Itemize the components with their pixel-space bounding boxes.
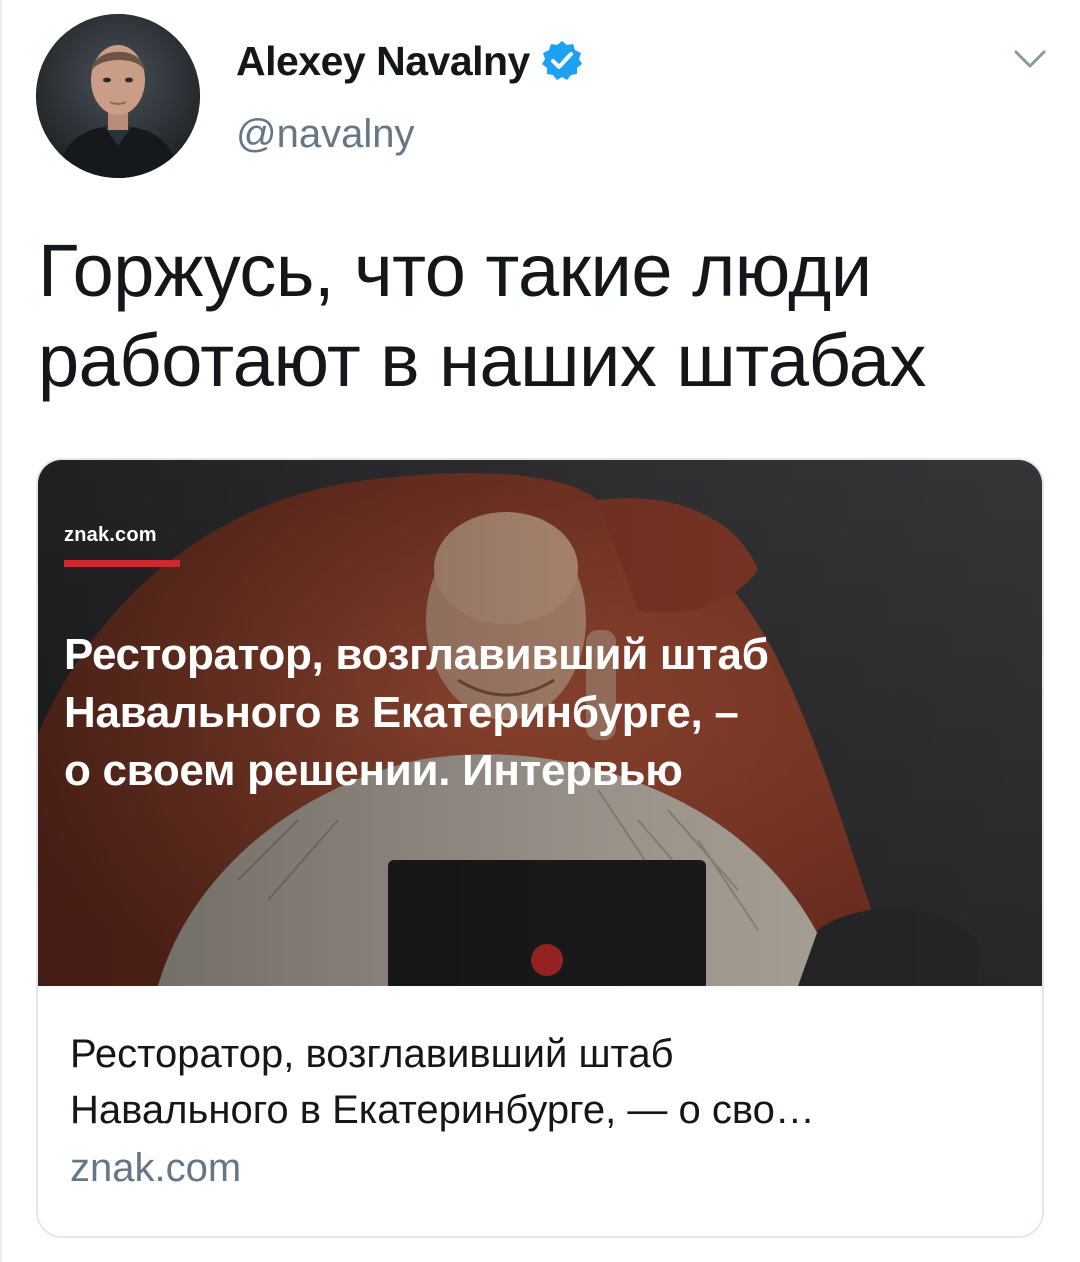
- avatar-photo: [36, 14, 200, 178]
- card-image-headline-line: Ресторатор, возглавивший штаб: [64, 630, 769, 679]
- author-name-row[interactable]: Alexey Navalny: [236, 34, 584, 88]
- card-domain: znak.com: [70, 1146, 242, 1190]
- card-image-headline-line: Навального в Екатеринбурге, –: [64, 688, 739, 737]
- tweet-text: Горжусь, что такие люди работают в наших…: [38, 226, 1048, 406]
- card-image-accent-rule: [64, 560, 180, 567]
- author-display-name[interactable]: Alexey Navalny: [236, 38, 530, 85]
- page-edge: [0, 0, 2, 1262]
- chevron-down-icon[interactable]: [1010, 44, 1050, 74]
- card-image-headline: Ресторатор, возглавивший штаб Навального…: [64, 626, 964, 800]
- card-image[interactable]: znak.com Ресторатор, возглавивший штаб Н…: [38, 460, 1042, 986]
- tweet-text-line: работают в наших штабах: [38, 319, 926, 402]
- card-title-line: Навального в Екатеринбурге, — о сво…: [70, 1088, 815, 1132]
- verified-badge-icon: [541, 41, 582, 80]
- card-title-line: Ресторатор, возглавивший штаб: [70, 1032, 674, 1076]
- card-title[interactable]: Ресторатор, возглавивший штаб Навального…: [70, 1026, 1020, 1138]
- link-card[interactable]: znak.com Ресторатор, возглавивший штаб Н…: [36, 458, 1044, 1238]
- card-image-source: znak.com: [64, 524, 157, 546]
- card-image-headline-line: о своем решении. Интервью: [64, 746, 683, 795]
- author-handle[interactable]: @navalny: [236, 112, 414, 157]
- tweet-text-line: Горжусь, что такие люди: [38, 229, 872, 312]
- avatar[interactable]: [36, 14, 200, 178]
